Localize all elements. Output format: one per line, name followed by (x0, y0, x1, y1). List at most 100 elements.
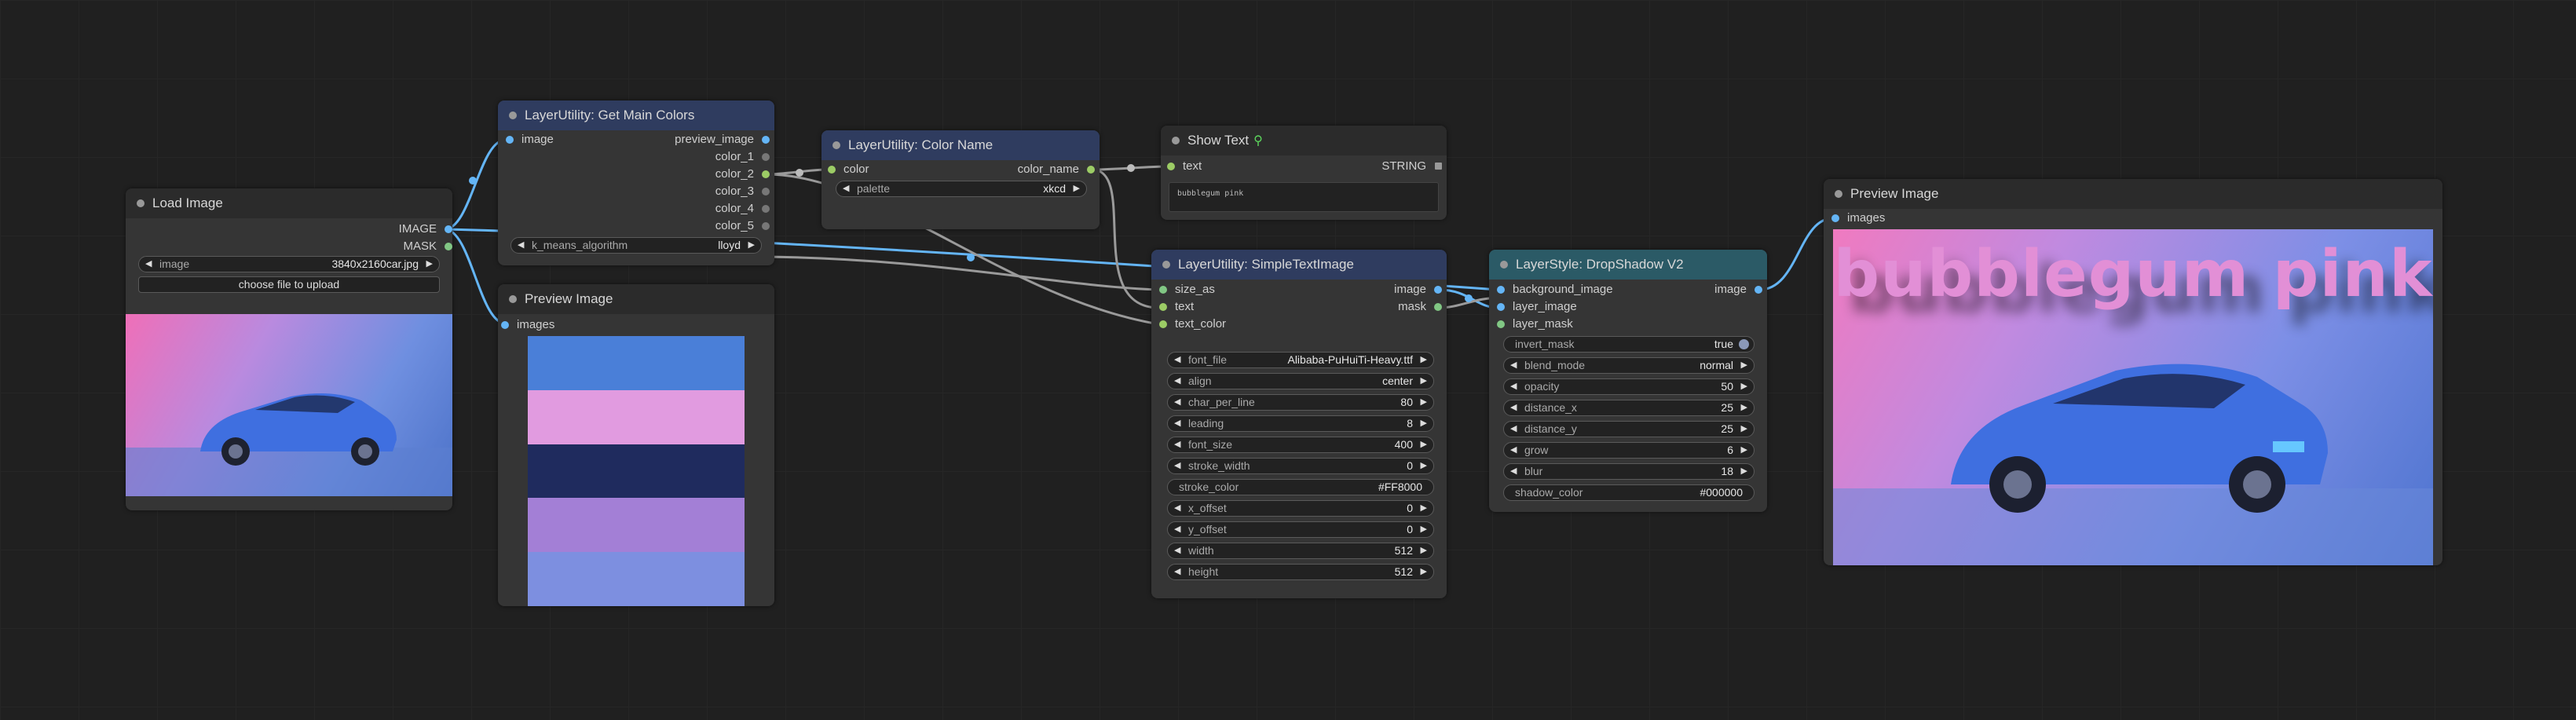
collapse-dot[interactable] (1162, 261, 1170, 269)
input-size-as[interactable]: size_as (1159, 282, 1215, 298)
arrow-left-icon[interactable]: ◀ (1174, 416, 1180, 431)
height-number[interactable]: ◀ height 512 ▶ (1167, 564, 1434, 580)
arrow-right-icon[interactable]: ▶ (1741, 358, 1747, 373)
output-socket[interactable] (762, 222, 770, 230)
x-offset-number[interactable]: ◀ x_offset 0 ▶ (1167, 500, 1434, 517)
node-title-bar[interactable]: Preview Image (498, 284, 774, 314)
collapse-dot[interactable] (509, 111, 517, 119)
arrow-left-icon[interactable]: ◀ (1174, 395, 1180, 410)
node-title-bar[interactable]: Load Image (126, 188, 452, 218)
arrow-left-icon[interactable]: ◀ (1510, 358, 1517, 373)
arrow-left-icon[interactable]: ◀ (1174, 565, 1180, 579)
arrow-right-icon[interactable]: ▶ (748, 238, 755, 253)
output-socket[interactable] (762, 188, 770, 196)
output-color-2[interactable]: color_2 (715, 166, 770, 182)
input-socket[interactable] (1159, 303, 1167, 311)
arrow-right-icon[interactable]: ▶ (1741, 400, 1747, 415)
arrow-left-icon[interactable]: ◀ (1174, 459, 1180, 473)
input-socket[interactable] (1497, 320, 1505, 328)
output-socket[interactable] (445, 225, 452, 233)
image-combo[interactable]: ◀ image 3840x2160car.jpg ▶ (138, 256, 440, 272)
width-number[interactable]: ◀ width 512 ▶ (1167, 543, 1434, 559)
arrow-left-icon[interactable]: ◀ (1174, 437, 1180, 452)
arrow-right-icon[interactable]: ▶ (1421, 437, 1427, 452)
output-string[interactable]: STRING (1381, 159, 1442, 174)
arrow-left-icon[interactable]: ◀ (843, 181, 849, 196)
output-socket[interactable] (1755, 286, 1762, 294)
output-socket[interactable] (1435, 163, 1442, 170)
node-title-bar[interactable]: Show Text ⚲ (1161, 126, 1447, 155)
arrow-left-icon[interactable]: ◀ (1174, 543, 1180, 558)
arrow-left-icon[interactable]: ◀ (1174, 522, 1180, 537)
stroke-width-number[interactable]: ◀ stroke_width 0 ▶ (1167, 458, 1434, 474)
show-text-node[interactable]: Show Text ⚲ text STRING bubblegum pink (1161, 126, 1447, 220)
collapse-dot[interactable] (1172, 137, 1180, 144)
input-image[interactable]: image (506, 132, 554, 148)
load-image-node[interactable]: Load Image IMAGE MASK ◀ image 3840x2160c… (126, 188, 452, 510)
input-socket[interactable] (1159, 320, 1167, 328)
distance-y-number[interactable]: ◀ distance_y 25 ▶ (1503, 421, 1755, 437)
arrow-right-icon[interactable]: ▶ (1421, 543, 1427, 558)
collapse-dot[interactable] (137, 199, 145, 207)
output-color-5[interactable]: color_5 (715, 218, 770, 234)
output-socket[interactable] (1434, 286, 1442, 294)
input-socket[interactable] (828, 166, 836, 174)
arrow-left-icon[interactable]: ◀ (1174, 501, 1180, 516)
font-file-combo[interactable]: ◀ font_file Alibaba-PuHuiTi-Heavy.ttf ▶ (1167, 352, 1434, 368)
input-images[interactable]: images (501, 317, 554, 333)
color-name-node[interactable]: LayerUtility: Color Name color color_nam… (821, 130, 1100, 229)
arrow-right-icon[interactable]: ▶ (1421, 522, 1427, 537)
input-layer-image[interactable]: layer_image (1497, 299, 1577, 315)
input-color[interactable]: color (828, 162, 869, 177)
collapse-dot[interactable] (509, 295, 517, 303)
input-background-image[interactable]: background_image (1497, 282, 1613, 298)
arrow-left-icon[interactable]: ◀ (1510, 379, 1517, 394)
input-socket[interactable] (506, 136, 514, 144)
toggle-knob[interactable] (1739, 339, 1749, 349)
output-socket[interactable] (1087, 166, 1095, 174)
distance-x-number[interactable]: ◀ distance_x 25 ▶ (1503, 400, 1755, 416)
input-text-color[interactable]: text_color (1159, 316, 1226, 332)
arrow-right-icon[interactable]: ▶ (1421, 353, 1427, 367)
input-socket[interactable] (1167, 163, 1175, 170)
input-socket[interactable] (501, 321, 509, 329)
y-offset-number[interactable]: ◀ y_offset 0 ▶ (1167, 521, 1434, 538)
leading-number[interactable]: ◀ leading 8 ▶ (1167, 415, 1434, 432)
shadow-color-field[interactable]: shadow_color #000000 (1503, 484, 1755, 501)
arrow-left-icon[interactable]: ◀ (145, 257, 152, 272)
output-socket[interactable] (762, 170, 770, 178)
arrow-right-icon[interactable]: ▶ (1741, 464, 1747, 479)
node-title-bar[interactable]: Preview Image (1824, 179, 2442, 209)
grow-number[interactable]: ◀ grow 6 ▶ (1503, 442, 1755, 459)
output-image[interactable]: image (1714, 282, 1762, 298)
upload-button[interactable]: choose file to upload (138, 276, 440, 293)
input-socket[interactable] (1159, 286, 1167, 294)
arrow-left-icon[interactable]: ◀ (1510, 443, 1517, 458)
opacity-number[interactable]: ◀ opacity 50 ▶ (1503, 378, 1755, 395)
output-socket[interactable] (762, 205, 770, 213)
arrow-right-icon[interactable]: ▶ (1421, 395, 1427, 410)
collapse-dot[interactable] (832, 141, 840, 149)
arrow-right-icon[interactable]: ▶ (1741, 379, 1747, 394)
stroke-color-field[interactable]: stroke_color #FF8000 (1167, 479, 1434, 495)
arrow-left-icon[interactable]: ◀ (518, 238, 524, 253)
font-size-number[interactable]: ◀ font_size 400 ▶ (1167, 437, 1434, 453)
node-title-bar[interactable]: LayerUtility: SimpleTextImage (1151, 250, 1447, 280)
input-socket[interactable] (1497, 303, 1505, 311)
input-images[interactable]: images (1831, 210, 1885, 226)
arrow-right-icon[interactable]: ▶ (1741, 443, 1747, 458)
collapse-dot[interactable] (1835, 190, 1842, 198)
output-image[interactable]: image (1394, 282, 1442, 298)
output-socket[interactable] (762, 136, 770, 144)
output-color-1[interactable]: color_1 (715, 149, 770, 165)
get-main-colors-node[interactable]: LayerUtility: Get Main Colors image prev… (498, 101, 774, 265)
preview-colors-node[interactable]: Preview Image images (498, 284, 774, 606)
output-color-name[interactable]: color_name (1018, 162, 1095, 177)
output-mask[interactable]: mask (1398, 299, 1442, 315)
input-socket[interactable] (1497, 286, 1505, 294)
node-title-bar[interactable]: LayerStyle: DropShadow V2 (1489, 250, 1767, 280)
arrow-left-icon[interactable]: ◀ (1510, 464, 1517, 479)
palette-combo[interactable]: ◀ palette xkcd ▶ (836, 181, 1087, 197)
align-combo[interactable]: ◀ align center ▶ (1167, 373, 1434, 389)
input-text[interactable]: text (1167, 159, 1202, 174)
